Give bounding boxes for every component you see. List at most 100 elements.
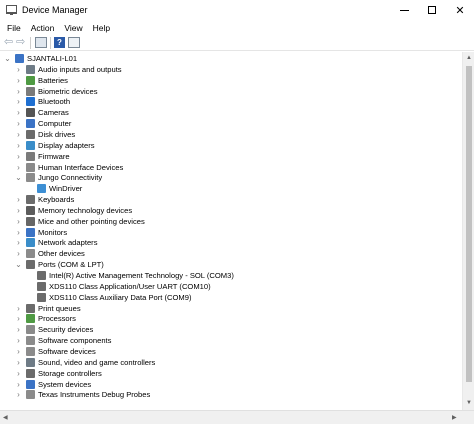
menu-view[interactable]: View [59, 23, 87, 33]
tree-item[interactable]: › Processors [0, 313, 460, 324]
chevron-right-icon[interactable]: › [15, 303, 22, 314]
chevron-right-icon[interactable]: › [15, 129, 22, 140]
tree-item-label: Sound, video and game controllers [38, 357, 156, 367]
scroll-thumb[interactable] [466, 66, 472, 382]
tree-item[interactable]: › Display adapters [0, 140, 460, 151]
chevron-right-icon[interactable]: › [15, 140, 22, 151]
tree-item[interactable]: › Software components [0, 335, 460, 346]
tree-item-label: Audio inputs and outputs [38, 64, 122, 74]
chevron-right-icon[interactable]: › [15, 151, 22, 162]
back-arrow-icon[interactable]: ⇦ [4, 37, 15, 48]
tree-item[interactable]: › Other devices [0, 248, 460, 259]
maximize-button[interactable] [418, 0, 446, 20]
chevron-right-icon[interactable]: › [15, 368, 22, 379]
properties-icon[interactable] [35, 37, 47, 48]
chevron-right-icon[interactable]: › [15, 324, 22, 335]
scroll-up-icon[interactable]: ▲ [466, 55, 472, 61]
tree-item[interactable]: › Network adapters [0, 237, 460, 248]
horizontal-scrollbar[interactable]: ◀ ▶ [0, 410, 474, 424]
speaker-icon [26, 64, 35, 74]
title-bar: Device Manager ✕ [0, 0, 474, 20]
tree-item[interactable]: › Security devices [0, 324, 460, 335]
tree-item[interactable]: › Cameras [0, 107, 460, 118]
tree-item[interactable]: › System devices [0, 379, 460, 390]
chevron-right-icon[interactable]: › [15, 96, 22, 107]
scroll-right-icon[interactable]: ▶ [452, 414, 457, 421]
maximize-icon [428, 6, 436, 14]
tree-item[interactable]: › Print queues [0, 303, 460, 314]
chevron-down-icon[interactable]: ⌄ [15, 259, 22, 270]
fingerprint-icon [26, 86, 35, 96]
chevron-right-icon[interactable]: › [15, 313, 22, 324]
scroll-left-icon[interactable]: ◀ [3, 414, 8, 421]
close-button[interactable]: ✕ [446, 0, 474, 20]
tree-item[interactable]: WinDriver [0, 183, 460, 194]
tree-item-label: Texas Instruments Debug Probes [38, 390, 151, 400]
chevron-right-icon[interactable]: › [15, 346, 22, 357]
minimize-button[interactable] [390, 0, 418, 20]
chevron-right-icon[interactable]: › [15, 389, 22, 400]
chevron-right-icon[interactable]: › [15, 379, 22, 390]
disk-icon [26, 129, 35, 139]
tree-item[interactable]: › Keyboards [0, 194, 460, 205]
port-icon [37, 281, 46, 291]
chevron-right-icon[interactable]: › [15, 107, 22, 118]
vertical-scrollbar[interactable]: ▲ ▼ [462, 52, 474, 410]
chevron-right-icon[interactable]: › [15, 118, 22, 129]
device-tree[interactable]: ⌄ SJANTALI-L01 › Audio inputs and outputs › B… [0, 52, 462, 410]
chevron-right-icon[interactable]: › [15, 194, 22, 205]
tree-item[interactable]: ⌄ Ports (COM & LPT) [0, 259, 460, 270]
chevron-right-icon[interactable]: › [15, 205, 22, 216]
scroll-down-icon[interactable]: ▼ [466, 400, 472, 406]
help-icon[interactable]: ? [54, 37, 65, 48]
tree-item[interactable]: › Sound, video and game controllers [0, 357, 460, 368]
tree-item[interactable]: › Batteries [0, 75, 460, 86]
menu-file[interactable]: File [0, 23, 26, 33]
tree-item[interactable]: › Firmware [0, 151, 460, 162]
tree-item[interactable]: › Software devices [0, 346, 460, 357]
speaker-icon [26, 357, 35, 367]
tree-item-label: Storage controllers [38, 368, 102, 378]
tree-item[interactable]: XDS110 Class Application/User UART (COM1… [0, 281, 460, 292]
menu-help[interactable]: Help [88, 23, 115, 33]
tree-item[interactable]: › Bluetooth [0, 96, 460, 107]
chevron-down-icon[interactable]: ⌄ [4, 53, 11, 64]
chevron-right-icon[interactable]: › [15, 64, 22, 75]
forward-arrow-icon[interactable]: ⇨ [16, 37, 27, 48]
tree-item[interactable]: XDS110 Class Auxiliary Data Port (COM9) [0, 292, 460, 303]
tree-root[interactable]: ⌄ SJANTALI-L01 [0, 53, 460, 64]
chevron-right-icon[interactable]: › [15, 75, 22, 86]
chevron-right-icon[interactable]: › [15, 357, 22, 368]
tree-item[interactable]: › Mice and other pointing devices [0, 216, 460, 227]
chevron-right-icon[interactable]: › [15, 237, 22, 248]
tree-item[interactable]: › Texas Instruments Debug Probes [0, 389, 460, 400]
chevron-right-icon[interactable]: › [15, 335, 22, 346]
chevron-right-icon[interactable]: › [15, 216, 22, 227]
chevron-right-icon[interactable]: › [15, 162, 22, 173]
chevron-right-icon[interactable]: › [15, 248, 22, 259]
view-properties-icon[interactable] [68, 37, 80, 48]
menu-action[interactable]: Action [26, 23, 60, 33]
tree-item[interactable]: › Memory technology devices [0, 205, 460, 216]
storage-icon [26, 368, 35, 378]
chevron-right-icon[interactable]: › [15, 227, 22, 238]
tree-item[interactable]: › Biometric devices [0, 86, 460, 97]
tree-item[interactable]: ⌄ Jungo Connectivity [0, 172, 460, 183]
tree-item[interactable]: Intel(R) Active Management Technology - … [0, 270, 460, 281]
software-icon [26, 346, 35, 356]
tree-item[interactable]: › Audio inputs and outputs [0, 64, 460, 75]
tree-item-label: Display adapters [38, 140, 95, 150]
chevron-down-icon[interactable]: ⌄ [15, 172, 22, 183]
tree-item-label: Security devices [38, 325, 94, 335]
processor-icon [26, 314, 35, 324]
tree-item[interactable]: › Human Interface Devices [0, 162, 460, 173]
tree-item-label: SJANTALI-L01 [27, 54, 78, 63]
device-icon [26, 390, 35, 400]
tree-item[interactable]: › Storage controllers [0, 368, 460, 379]
tree-item[interactable]: › Monitors [0, 227, 460, 238]
tree-item[interactable]: › Computer [0, 118, 460, 129]
tree-item[interactable]: › Disk drives [0, 129, 460, 140]
device-icon [26, 173, 35, 183]
chip-icon [26, 151, 35, 161]
chevron-right-icon[interactable]: › [15, 86, 22, 97]
